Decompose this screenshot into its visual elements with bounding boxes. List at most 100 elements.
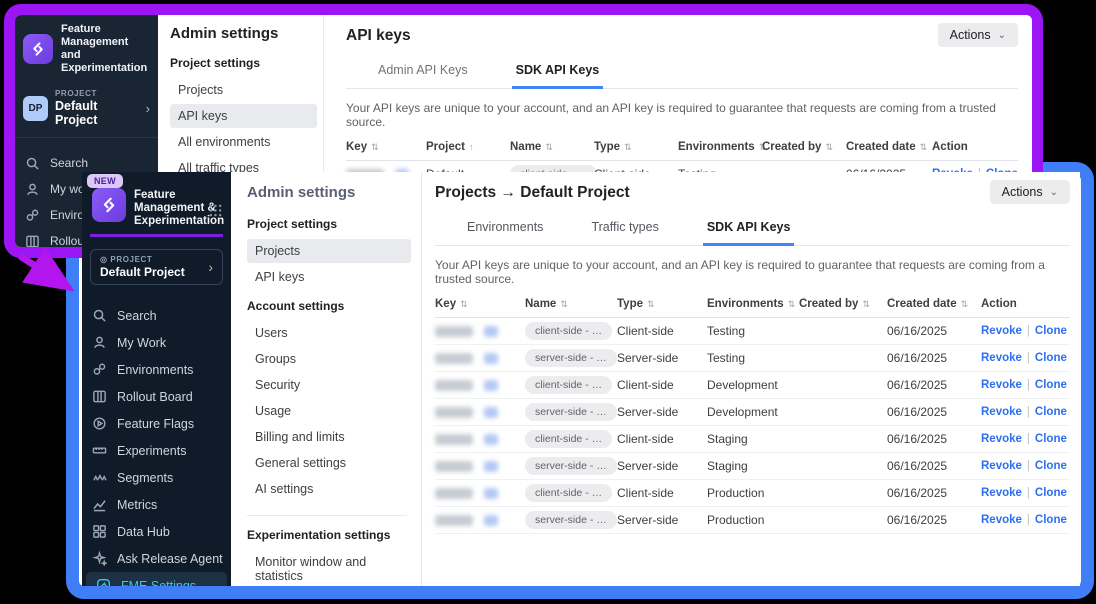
revoke-link[interactable]: Revoke [981,406,1022,418]
sort-icon: ⇅ [560,299,568,309]
sort-icon: ⇅ [460,299,468,309]
tab-traffic-types[interactable]: Traffic types [587,214,662,245]
experiments-icon [92,443,107,458]
table-row: server-side - … Server-side Production 0… [435,507,1070,534]
revoke-link[interactable]: Revoke [981,514,1022,526]
project-dot-icon: ◎ [100,255,108,264]
key-name-pill: server-side - … [525,511,617,529]
tab-sdk-api-keys[interactable]: SDK API Keys [703,214,795,246]
sidebar-item-experiments[interactable]: Experiments [82,437,231,464]
environments-icon [25,208,40,223]
app-title: Feature Management and Experimentation [61,23,152,75]
sidebar-item-rollout-board[interactable]: Rollout Board [82,383,231,410]
breadcrumb-title: Projects → Default Project [435,180,630,202]
front-window: NEW Feature Management & Experimentation [82,172,1080,586]
sidebar-item-search[interactable]: Search [82,302,231,329]
clone-link[interactable]: Clone [1035,379,1067,391]
clone-link[interactable]: Clone [1035,460,1067,472]
project-selector[interactable]: ◎ PROJECT Default Project › [90,249,223,285]
nav-item-api-keys[interactable]: API keys [247,265,411,289]
data-hub-icon [92,524,107,539]
actions-button[interactable]: Actions ⌄ [938,23,1018,47]
nav-item-general-settings[interactable]: General settings [247,451,411,475]
sidebar-item-feature-flags[interactable]: Feature Flags [82,410,231,437]
admin-settings-title: Admin settings [170,25,317,42]
chevron-down-icon: ⌄ [1050,187,1058,198]
clone-link[interactable]: Clone [1035,406,1067,418]
nav-item-groups[interactable]: Groups [247,347,411,371]
table-row: server-side - … Server-side Development … [435,399,1070,426]
clone-link[interactable]: Clone [1035,487,1067,499]
environments-icon [92,362,107,377]
nav-item-usage[interactable]: Usage [247,399,411,423]
revoke-link[interactable]: Revoke [981,433,1022,445]
table-row: client-side - … Client-side Production 0… [435,480,1070,507]
nav-item-ai-settings[interactable]: AI settings [247,477,411,501]
table-header: Key⇅ Name⇅ Type⇅ Environments⇅ Created b… [435,288,1070,318]
nav-item-api-keys[interactable]: API keys [170,104,317,128]
table-row: server-side - … Server-side Testing 06/1… [435,345,1070,372]
metrics-icon [92,497,107,512]
table-row: client-side - … Client-side Staging 06/1… [435,426,1070,453]
sort-icon: ⇅ [545,142,553,152]
revoke-link[interactable]: Revoke [981,352,1022,364]
revoke-link[interactable]: Revoke [981,460,1022,472]
nav-section-header: Account settings [247,299,411,313]
sort-icon: ⇅ [961,299,969,309]
nav-item-users[interactable]: Users [247,321,411,345]
rollout-board-icon [92,389,107,404]
sort-asc-icon: ↑ [469,142,474,152]
nav-item-projects[interactable]: Projects [247,239,411,263]
project-selector[interactable]: DP PROJECT Default Project › [15,81,158,138]
fme-settings-icon [96,578,111,586]
nav-item-monitor-window[interactable]: Monitor window and statistics [247,550,411,586]
app-launcher-grid-icon[interactable] [209,204,222,217]
sidebar-item-metrics[interactable]: Metrics [82,491,231,518]
front-main: Projects → Default Project Actions ⌄ Env… [422,172,1080,586]
revoke-link[interactable]: Revoke [981,379,1022,391]
sort-icon: ⇅ [624,142,632,152]
clone-link[interactable]: Clone [1035,325,1067,337]
sidebar-item-segments[interactable]: Segments [82,464,231,491]
project-label: PROJECT [55,89,139,98]
redacted-key [435,407,473,418]
actions-button[interactable]: Actions ⌄ [990,180,1070,204]
copy-key-blur [484,353,498,364]
table-row: client-side - … Client-side Development … [435,372,1070,399]
tab-sdk-api-keys[interactable]: SDK API Keys [512,57,604,89]
front-admin-nav: Admin settings Project settings Projects… [231,172,422,586]
nav-item-security[interactable]: Security [247,373,411,397]
nav-item-billing-and-limits[interactable]: Billing and limits [247,425,411,449]
annotation-arrow [4,248,90,306]
chevron-down-icon: ⌄ [998,30,1006,41]
composite-stage: Feature Management and Experimentation D… [0,0,1096,604]
sort-icon: ⇅ [647,299,655,309]
sidebar-item-fme-settings[interactable]: FME Settings [86,572,227,586]
sidebar-item-data-hub[interactable]: Data Hub [82,518,231,545]
redacted-key [435,488,473,499]
tab-admin-api-keys[interactable]: Admin API Keys [374,57,472,88]
nav-section-header: Project settings [170,56,317,70]
nav-item-all-environments[interactable]: All environments [170,130,317,154]
sidebar-item-ask-release-agent[interactable]: Ask Release Agent [82,545,231,572]
copy-key-blur [484,326,498,337]
tab-environments[interactable]: Environments [463,214,547,245]
clone-link[interactable]: Clone [1035,352,1067,364]
project-name: Default Project [100,265,185,279]
redacted-key [435,326,473,337]
nav-item-projects[interactable]: Projects [170,78,317,102]
clone-link[interactable]: Clone [1035,514,1067,526]
copy-key-blur [484,407,498,418]
key-name-pill: server-side - … [525,349,617,367]
clone-link[interactable]: Clone [1035,433,1067,445]
sidebar-item-environments[interactable]: Environments [82,356,231,383]
nav-section-header: Experimentation settings [247,528,411,542]
front-tabs: Environments Traffic types SDK API Keys [435,204,1070,246]
revoke-link[interactable]: Revoke [981,325,1022,337]
search-icon [25,156,40,171]
table-row: client-side - … Client-side Testing 06/1… [435,318,1070,345]
table-row: server-side - … Server-side Staging 06/1… [435,453,1070,480]
sidebar-item-my-work[interactable]: My Work [82,329,231,356]
project-name: Default Project [55,99,139,127]
revoke-link[interactable]: Revoke [981,487,1022,499]
